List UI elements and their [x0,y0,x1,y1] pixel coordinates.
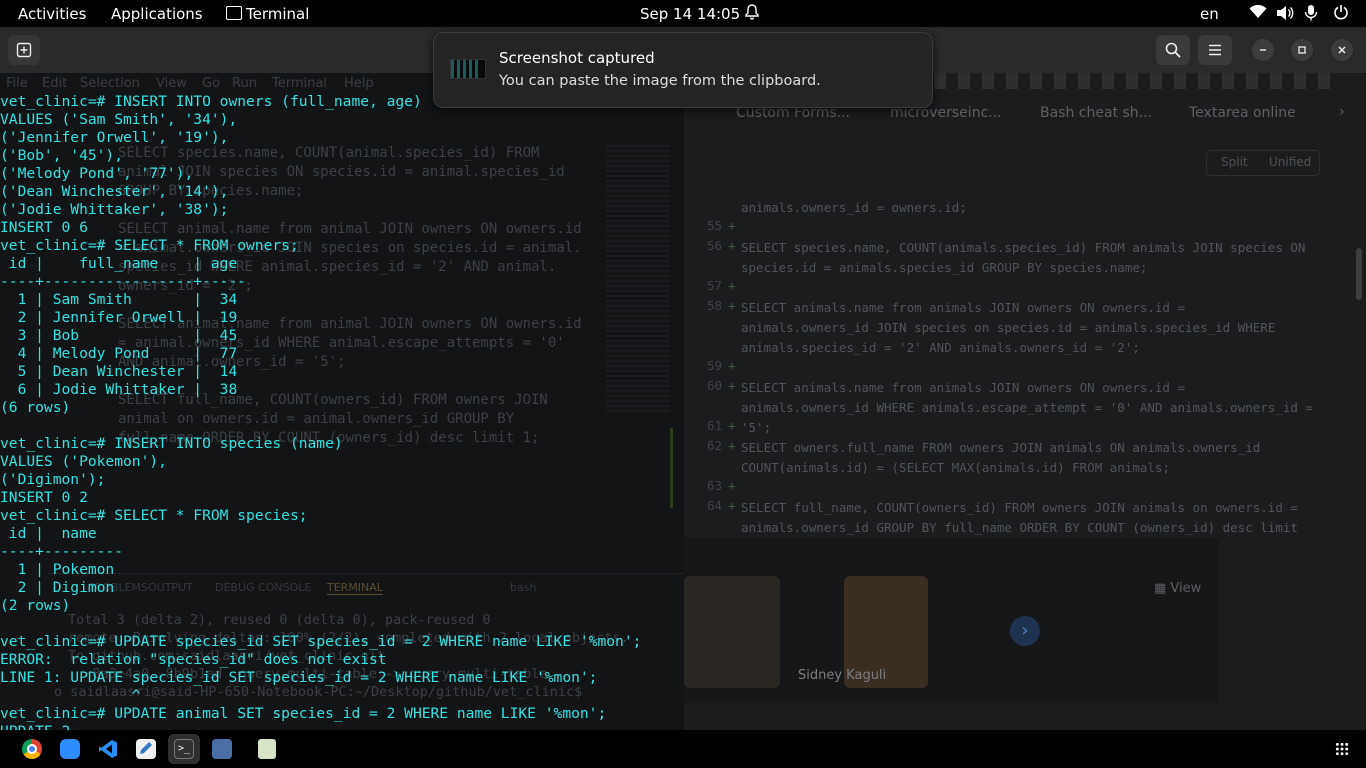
volume-icon[interactable] [1276,5,1294,25]
terminal-line: ^ [0,687,141,704]
files-icon[interactable] [212,739,232,759]
terminal-line: INSERT 0 6 [0,219,88,236]
video-tile [684,576,780,688]
terminal-line: 4 | Melody Pond | 77 [0,345,238,362]
terminal-line: id | full_name | age [0,255,238,272]
bookmark-item[interactable]: Textarea online [1189,105,1296,121]
zoom-icon[interactable] [60,739,80,759]
search-icon[interactable] [1156,35,1190,65]
terminal-line: vet_clinic=# UPDATE animal SET species_i… [0,705,607,722]
menu-file[interactable]: File [6,76,28,91]
unified-button[interactable]: Unified [1269,155,1311,169]
activities-button[interactable]: Activities [18,5,86,23]
menu-terminal[interactable]: Terminal [272,76,327,91]
browser-window-background: Custom Forms... microverseinc... Bash ch… [684,73,1366,730]
menu-run[interactable]: Run [232,76,257,91]
terminal-line: 2 | Digimon [0,579,115,596]
language-indicator[interactable]: en [1200,5,1219,23]
chrome-icon[interactable] [22,739,42,759]
mic-icon[interactable] [1304,4,1318,26]
wifi-icon[interactable] [1249,4,1267,23]
notification-title: Screenshot captured [499,49,655,67]
maximize-icon[interactable] [1291,39,1313,61]
terminal-scrollbar[interactable] [670,428,673,508]
participant-name: Sidney Kaguli [798,668,887,683]
terminal-line: (2 rows) [0,597,71,614]
terminal-line: 3 | Bob | 45 [0,327,238,344]
terminal-line: ('Bob', '45'), [0,147,124,164]
vscode-icon[interactable] [98,739,118,759]
terminal-line: ('Melody Pond', '77'), [0,165,194,182]
menu-go[interactable]: Go [202,76,220,91]
terminal-line: ('Jodie Whittaker', '38'); [0,201,229,218]
notification-body: You can paste the image from the clipboa… [499,73,821,89]
terminal-line: ----+-----------------+----- [0,273,247,290]
trash-icon[interactable] [258,739,276,759]
dock [0,730,1366,768]
screenshot-thumbnail-icon [450,59,486,79]
terminal-line: vet_clinic=# SELECT * FROM species; [0,507,308,524]
terminal-line: 2 | Jennifer Orwell | 19 [0,309,238,326]
app-grid-icon[interactable] [1335,742,1349,756]
terminal-line: ('Dean Winchester', '14'), [0,183,229,200]
menu-help[interactable]: Help [344,76,374,91]
bell-icon[interactable] [744,3,760,25]
clock[interactable]: Sep 14 14:05 [640,5,740,23]
terminal-line: 6 | Jodie Whittaker | 38 [0,381,238,398]
terminal-line: ('Digimon'); [0,471,106,488]
terminal-line: vet_clinic=# UPDATE species_id SET speci… [0,633,642,650]
bookmark-item[interactable]: Bash cheat sh... [1040,105,1152,121]
top-bar: Activities Applications Terminal Sep 14 … [0,0,1366,27]
terminal-line: vet_clinic=# SELECT * FROM owners; [0,237,299,254]
screenshot-notification[interactable]: Screenshot captured You can paste the im… [433,32,933,108]
power-icon[interactable] [1333,4,1349,24]
applications-menu[interactable]: Applications [111,5,203,23]
terminal-line: id | name [0,525,97,542]
terminal-line: ----+--------- [0,543,124,560]
terminal-dock-icon[interactable]: >_ [174,739,194,759]
menu-selection[interactable]: Selection [80,76,140,91]
close-icon[interactable] [1331,39,1353,61]
terminal-line: LINE 1: UPDATE species_id SET species_id… [0,669,598,686]
terminal-app-label[interactable]: Terminal [246,5,309,23]
terminal-line: INSERT 0 2 [0,489,88,506]
text-editor-icon[interactable] [136,739,156,759]
minimize-icon[interactable] [1252,39,1274,61]
diff-mode-toggle: Split Unified [1206,150,1320,176]
terminal-line: 1 | Pokemon [0,561,115,578]
terminal-line: 1 | Sam Smith | 34 [0,291,238,308]
terminal-line: VALUES ('Pokemon'), [0,453,167,470]
split-button[interactable]: Split [1221,155,1248,169]
meeting-window: Sidney Kaguli › [684,538,1219,703]
menu-icon[interactable] [1198,35,1232,65]
terminal-line: ERROR: relation "species_id" does not ex… [0,651,387,668]
terminal-line: VALUES ('Sam Smith', '34'), [0,111,238,128]
chevron-right-icon[interactable]: › [1339,104,1345,120]
view-button[interactable]: ▦ View [1154,581,1201,596]
new-tab-icon[interactable] [8,35,40,65]
menu-edit[interactable]: Edit [42,76,67,91]
terminal-line: vet_clinic=# INSERT INTO species (name) [0,435,343,452]
menu-view[interactable]: View [156,76,187,91]
terminal-line: (6 rows) [0,399,71,416]
extension-icons [934,73,1334,89]
terminal-app-icon [226,6,242,20]
terminal-output[interactable]: vet_clinic=# INSERT INTO owners (full_na… [0,93,684,741]
next-arrow-icon[interactable]: › [1010,616,1040,646]
browser-scrollbar[interactable] [1356,248,1362,300]
diff-view: animals.owners_id = owners.id; 55 + 56 + SE… [706,200,1313,535]
terminal-line: 5 | Dean Winchester | 14 [0,363,238,380]
terminal-line: ('Jennifer Orwell', '19'), [0,129,229,146]
